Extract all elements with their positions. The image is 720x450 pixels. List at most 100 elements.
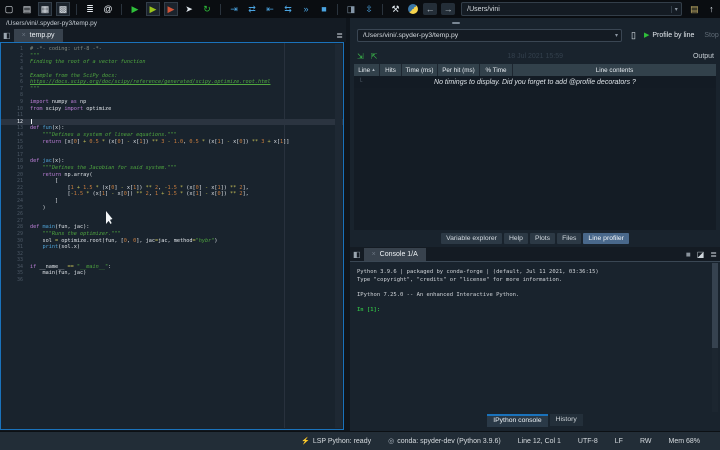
tab-history[interactable]: History [549,414,583,426]
lsp-status[interactable]: ⚡ LSP Python: ready [301,437,371,446]
console-options-icon[interactable]: ≣ [710,250,717,259]
column-header-time-ms-[interactable]: Time (ms) [402,64,438,76]
open-file-icon[interactable]: ▤ [20,2,34,16]
code-line[interactable]: 18 def jac(x): [1,158,343,165]
code-line[interactable]: 26 [1,211,343,218]
back-icon[interactable]: ← [423,3,438,15]
console-tab[interactable]: × Console 1/A [363,247,426,261]
code-editor[interactable]: 1 # -*- coding: utf-8 -*- 2 """ 3 Finding the… [0,42,344,430]
code-line[interactable]: 6 https://docs.scipy.org/doc/scipy/refere… [1,79,343,86]
step-into-icon[interactable]: ⇤ [263,2,277,16]
panes-icon[interactable]: ◨ [344,2,358,16]
rerun-cell-icon[interactable]: ↻ [200,2,214,16]
code-line[interactable]: 36 [1,277,343,284]
continue-icon[interactable]: » [299,2,313,16]
ipython-console-output[interactable]: Python 3.9.6 | packaged by conda-forge |… [350,261,720,414]
chevron-down-icon[interactable]: ▾ [612,32,621,39]
run-file-icon[interactable]: ▶ [128,2,142,16]
editor-scrollbar[interactable] [335,44,342,428]
readwrite-status[interactable]: RW [640,438,652,445]
code-line[interactable]: 15 return [x[0] + 0.5 * (x[0] - x[1]) **… [1,138,343,145]
close-icon[interactable]: × [22,32,26,39]
code-line[interactable]: 30 sol = optimize.root(fun, [0, 0], jac=… [1,237,343,244]
tab-plots[interactable]: Plots [529,232,556,244]
stop-button[interactable]: Stop [704,32,718,39]
tab-files[interactable]: Files [557,232,582,244]
save-all-icon[interactable]: ▩ [56,2,70,16]
interpreter-status[interactable]: ◎ conda: spyder-dev (Python 3.9.6) [388,437,501,446]
code-line[interactable]: 19 """Defines the Jacobian for said syst… [1,165,343,172]
eol-status[interactable]: LF [615,438,623,445]
forward-icon[interactable]: → [441,3,456,15]
code-line[interactable]: 11 [1,112,343,119]
code-line[interactable]: 10 from scipy import optimize [1,105,343,112]
code-line[interactable]: 3 Finding the root of a vector function [1,59,343,66]
debug-file-icon[interactable]: ⇥ [227,2,241,16]
tab-ipython-console[interactable]: IPython console [487,414,548,427]
code-line[interactable]: 35 main(fun, jac) [1,270,343,277]
working-directory-combobox[interactable]: /Users/vini ▾ [461,2,682,16]
browse-tabs-icon[interactable]: ◧ [353,250,361,259]
code-line[interactable]: 33 [1,257,343,264]
pythonpath-manager-icon[interactable] [406,2,419,16]
profiler-file-combobox[interactable]: /Users/vini/.spyder-py3/temp.py ▾ [357,28,622,42]
code-line[interactable]: 4 [1,66,343,73]
profile-by-line-button[interactable]: ▶ Profile by line [644,31,694,40]
save-file-icon[interactable]: ▦ [38,2,52,16]
code-line[interactable]: 22 [1 + 1.5 * (x[0] - x[1]) ** 2, -1.5 *… [1,184,343,191]
close-icon[interactable]: × [372,251,376,258]
code-line[interactable]: 34 if __name__ == "__main__": [1,264,343,271]
code-line[interactable]: 20 return np.array( [1,171,343,178]
code-line[interactable]: 31 print(sol.x) [1,244,343,251]
column-header--time[interactable]: % Time [480,64,513,76]
splitter-handle[interactable] [452,22,460,24]
code-line[interactable]: 9 import numpy as np [1,99,343,106]
collapse-all-icon[interactable]: ⇲ [357,52,364,61]
preferences-icon[interactable]: ⚒ [389,2,402,16]
code-line[interactable]: 2 """ [1,53,343,60]
code-line[interactable]: 28 def main(fun, jac): [1,224,343,231]
tab-line-profiler[interactable]: Line profiler [583,232,629,244]
chevron-down-icon[interactable]: ▾ [670,5,681,13]
code-line[interactable]: 21 [ [1,178,343,185]
step-over-icon[interactable]: ⇄ [245,2,259,16]
run-cell-advance-icon[interactable]: ▶ [164,2,178,16]
memory-status[interactable]: Mem 68% [668,438,700,445]
code-line[interactable]: 13 def fun(x): [1,125,343,132]
code-line[interactable]: 23 [-1.5 * (x[1] - x[0]) ** 2, 1 + 1.5 *… [1,191,343,198]
select-script-icon[interactable]: ▯ [631,30,636,41]
tab-variable-explorer[interactable]: Variable explorer [441,232,502,244]
stop-debug-icon[interactable]: ■ [317,2,331,16]
console-prompt[interactable]: In [1]: [350,307,720,315]
code-line[interactable]: 25 ) [1,204,343,211]
code-line[interactable]: 7 """ [1,86,343,93]
expand-all-icon[interactable]: ⇱ [371,52,378,61]
fullscreen-icon[interactable]: ⇳ [362,2,376,16]
console-scrollbar-thumb[interactable] [712,263,718,348]
cursor-position[interactable]: Line 12, Col 1 [518,438,561,445]
code-line[interactable]: 27 [1,217,343,224]
column-header-line[interactable]: Line ▴ [354,64,380,76]
code-line[interactable]: 5 Example from the SciPy docs: [1,72,343,79]
code-line[interactable]: 16 [1,145,343,152]
code-line[interactable]: 12 [1,118,343,126]
tab-help[interactable]: Help [503,232,528,244]
browse-directory-icon[interactable]: ▤ [688,2,701,16]
column-header-line-contents[interactable]: Line contents [513,64,716,76]
column-header-hits[interactable]: Hits [380,64,402,76]
code-line[interactable]: 14 """Defines a system of linear equatio… [1,132,343,139]
code-line[interactable]: 29 """Runs the optimizer.""" [1,231,343,238]
run-selection-icon[interactable]: ➤ [182,2,196,16]
editor-tab-temp-py[interactable]: × temp.py [13,29,63,42]
step-return-icon[interactable]: ⇆ [281,2,295,16]
new-file-icon[interactable]: ▢ [2,2,16,16]
code-line[interactable]: 1 # -*- coding: utf-8 -*- [1,46,343,53]
editor-options-icon[interactable]: ≣ [336,31,343,40]
encoding-status[interactable]: UTF-8 [578,438,598,445]
column-header-per-hit-ms-[interactable]: Per hit (ms) [438,64,480,76]
run-cell-icon[interactable]: ▶ [146,2,160,16]
find-symbols-icon[interactable]: @ [101,2,115,16]
code-line[interactable]: 8 [1,92,343,99]
clear-console-icon[interactable]: ◪ [697,250,705,259]
code-line[interactable]: 32 [1,250,343,257]
